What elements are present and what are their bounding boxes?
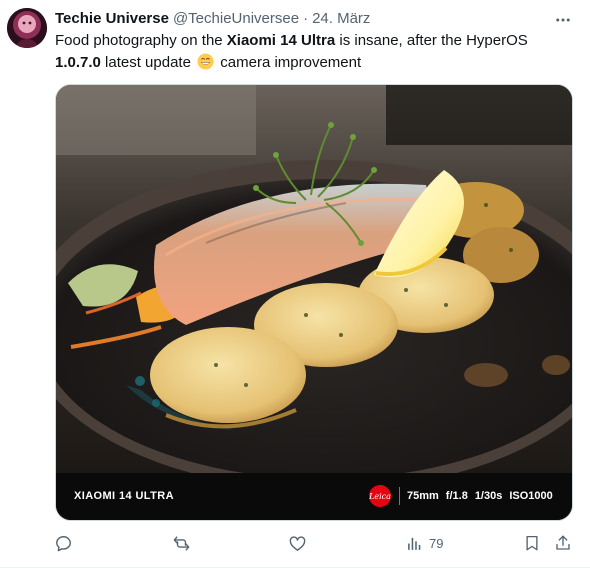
share-icon xyxy=(556,535,570,550)
bookmark-button[interactable] xyxy=(523,532,541,554)
svg-text:Leica: Leica xyxy=(368,492,391,501)
share-button[interactable] xyxy=(554,532,572,554)
tweet-card[interactable]: Techie Universe @TechieUniversee · 24. M… xyxy=(0,0,590,568)
tweet-text-part: Food photography on the xyxy=(55,32,227,49)
more-dots-icon xyxy=(556,18,570,22)
tweet-date[interactable]: 24. März xyxy=(312,10,370,28)
tweet-text-bold-version: 1.0.7.0 xyxy=(55,54,101,71)
watermark-exif: 75mm f/1.8 1/30s ISO1000 xyxy=(407,490,560,502)
tweet-text: Food photography on the Xiaomi 14 Ultra … xyxy=(55,30,575,74)
views-count: 79 xyxy=(429,535,444,551)
more-options-button[interactable] xyxy=(552,9,574,31)
retweet-icon xyxy=(173,535,190,551)
views-button[interactable]: 79 xyxy=(406,532,443,554)
food-photo xyxy=(56,85,572,473)
tweet-text-part: camera improvement xyxy=(216,54,362,71)
tweet-text-part: latest update xyxy=(100,54,196,71)
tweet-media-photo[interactable]: XIAOMI 14 ULTRA Leica 75mm f/1.8 1/30s ISO1… xyxy=(55,84,573,521)
watermark-device-model: XIAOMI 14 ULTRA xyxy=(74,490,174,502)
watermark-iso: ISO1000 xyxy=(509,490,553,502)
watermark-focal-length: 75mm xyxy=(407,490,439,502)
author-display-name[interactable]: Techie Universe xyxy=(55,10,169,28)
avatar[interactable] xyxy=(7,8,47,48)
retweet-button[interactable] xyxy=(172,532,191,554)
tweet-actions-bar: 79 xyxy=(0,532,590,556)
author-handle[interactable]: @TechieUniversee xyxy=(173,10,299,28)
views-bar-chart-icon xyxy=(408,537,421,550)
watermark-shutter: 1/30s xyxy=(474,490,503,502)
tweet-header: Techie Universe @TechieUniversee · 24. M… xyxy=(55,10,370,28)
tweet-text-bold-device: Xiaomi 14 Ultra xyxy=(226,32,336,49)
grinning-face-icon xyxy=(197,53,214,70)
separator-dot: · xyxy=(303,10,309,27)
watermark-separator xyxy=(399,487,400,505)
leica-logo-icon: Leica xyxy=(368,485,391,507)
camera-watermark-bar: XIAOMI 14 ULTRA Leica 75mm f/1.8 1/30s ISO1… xyxy=(56,473,572,520)
tweet-text-part: is insane, after the HyperOS xyxy=(335,32,528,49)
reply-button[interactable] xyxy=(54,532,73,554)
watermark-aperture: f/1.8 xyxy=(445,490,468,502)
heart-icon xyxy=(289,535,306,551)
like-button[interactable] xyxy=(288,532,307,554)
reply-icon xyxy=(56,535,71,551)
bookmark-icon xyxy=(526,535,538,551)
